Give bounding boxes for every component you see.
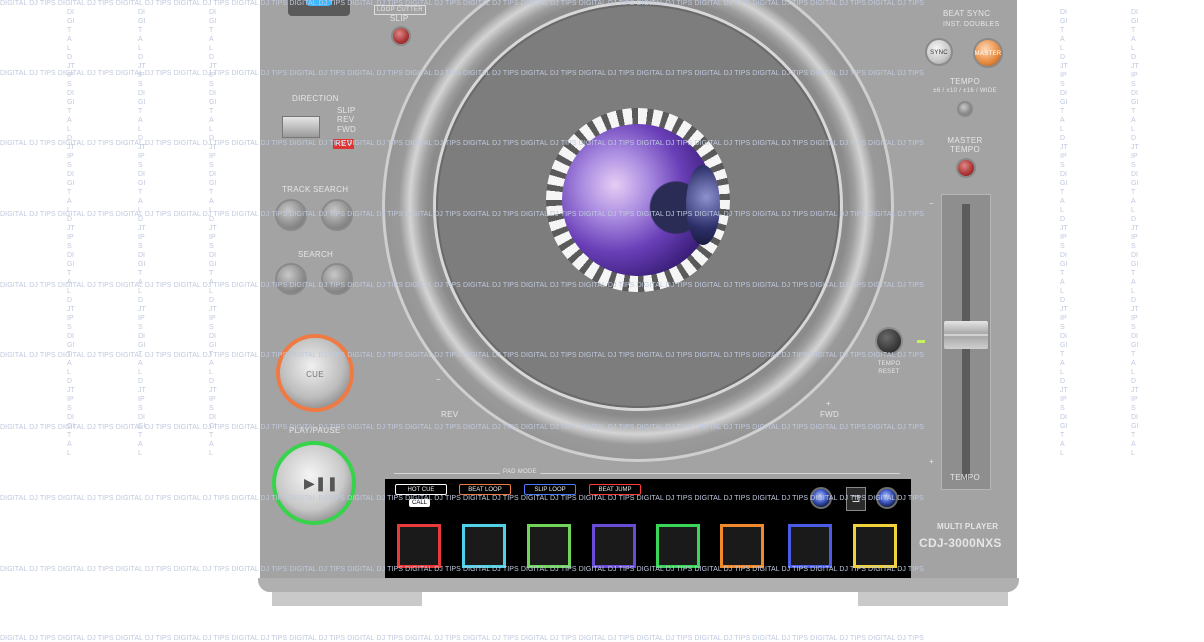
tempo-slider-knob[interactable] [944, 321, 988, 349]
cue-button[interactable]: CUE [276, 334, 354, 412]
slip-button[interactable] [391, 26, 411, 46]
tempo-range-values: ±6 / ±10 / ±16 / WIDE [933, 88, 997, 94]
tempo-label: TEMPO [950, 473, 980, 482]
device-foot-right [858, 592, 1008, 606]
track-search-label: TRACK SEARCH [282, 185, 349, 194]
performance-pad-8[interactable] [853, 524, 897, 568]
direction-lever[interactable] [282, 116, 320, 138]
watermark-column: DIGITALDJTIPSDIGITALDJTIPSDIGITALDJTIPSD… [1131, 9, 1139, 457]
performance-pad-5[interactable] [656, 524, 700, 568]
device-foot-left [272, 592, 422, 606]
cue-label: CUE [306, 370, 324, 379]
beat-sync-label: BEAT SYNC [943, 9, 991, 18]
tempo-reset-label: TEMPO RESET [877, 361, 901, 375]
performance-pad-6[interactable] [720, 524, 764, 568]
inst-doubles-label: INST. DOUBLES [943, 21, 1000, 28]
performance-pad-3[interactable] [527, 524, 571, 568]
watermark-row: DIGITAL DJ TIPS DIGITAL DJ TIPS DIGITAL … [0, 0, 924, 7]
slip-label: SLIP [390, 14, 409, 23]
play-pause-icon: ▶❚❚ [304, 475, 339, 491]
model-label: CDJ-3000NXS [919, 536, 1002, 550]
fwd-label: FWD [337, 125, 357, 134]
beat-jump-mode-button[interactable]: BEAT JUMP [589, 484, 641, 495]
jog-rev-label: REV [441, 410, 459, 419]
search-label: SEARCH [298, 250, 334, 259]
performance-pad-1[interactable] [397, 524, 441, 568]
performance-pad-4[interactable] [592, 524, 636, 568]
slip-rev-label: SLIP REV [337, 106, 356, 124]
pad-section: HOT CUE BEAT LOOP SLIP LOOP BEAT JUMP CA… [385, 479, 911, 578]
sync-label: SYNC [930, 50, 948, 56]
beat-loop-mode-button[interactable]: BEAT LOOP [459, 484, 511, 495]
tempo-plus-label: + [929, 457, 934, 466]
tempo-range-label: TEMPO [950, 77, 980, 86]
watermark-column: DIGITALDJTIPSDIGITALDJTIPSDIGITALDJTIPSD… [67, 9, 75, 457]
search-back-button[interactable] [275, 263, 307, 295]
master-tempo-button[interactable] [956, 158, 976, 178]
pad-mode-divider [394, 473, 900, 474]
tempo-range-button[interactable] [957, 101, 973, 117]
jog-minus-label: − [436, 375, 441, 384]
search-forward-button[interactable] [321, 263, 353, 295]
watermark-column: DIGITALDJTIPSDIGITALDJTIPSDIGITALDJTIPSD… [138, 9, 146, 457]
sync-button[interactable]: SYNC [925, 38, 953, 66]
master-tempo-label: MASTER TEMPO [947, 136, 983, 154]
jog-fwd-label: FWD [820, 410, 840, 419]
pad-mode-label: PAD MODE [500, 469, 540, 475]
slip-loop-mode-button[interactable]: SLIP LOOP [524, 484, 576, 495]
tempo-minus-label: − [929, 199, 934, 208]
tempo-center-led [917, 340, 925, 343]
master-label: MASTER [974, 51, 1002, 57]
play-pause-button[interactable]: ▶❚❚ [272, 441, 356, 525]
jog-plus-label: + [826, 399, 831, 408]
direction-label: DIRECTION [292, 94, 339, 103]
watermark-column: DIGITALDJTIPSDIGITALDJTIPSDIGITALDJTIPSD… [1060, 9, 1068, 457]
hot-cue-mode-button[interactable]: HOT CUE [395, 484, 447, 495]
tempo-reset-button[interactable] [875, 327, 903, 355]
performance-pad-7[interactable] [788, 524, 832, 568]
watermark-column: DIGITALDJTIPSDIGITALDJTIPSDIGITALDJTIPSD… [209, 9, 217, 457]
device-bottom-edge [258, 578, 1019, 592]
performance-pad-2[interactable] [462, 524, 506, 568]
planet-image [686, 165, 720, 245]
player-type-label: MULTI PLAYER [937, 522, 999, 531]
master-button[interactable]: MASTER [973, 38, 1003, 68]
